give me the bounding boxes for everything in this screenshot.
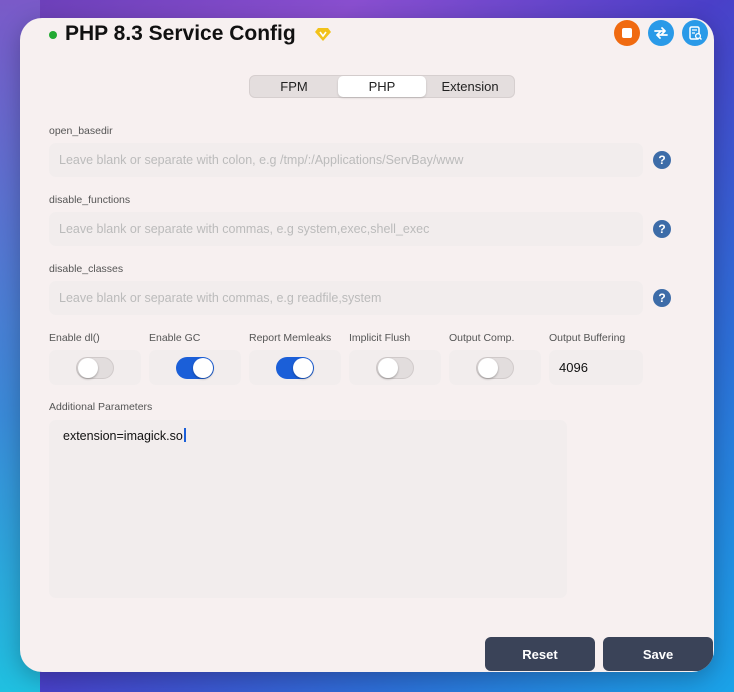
sync-icon — [654, 27, 668, 39]
output-comp-label: Output Comp. — [449, 332, 515, 344]
enable-gc-toggle[interactable] — [176, 356, 214, 379]
report-memleaks-box — [249, 350, 341, 385]
status-dot-icon — [49, 31, 57, 39]
disable-functions-help-icon[interactable]: ? — [653, 220, 671, 238]
disable-classes-input[interactable]: Leave blank or separate with commas, e.g… — [49, 281, 643, 315]
disable-functions-label: disable_functions — [49, 194, 131, 206]
output-buffering-value: 4096 — [559, 360, 588, 375]
output-buffering-input[interactable]: 4096 — [549, 350, 643, 385]
toggle-knob — [478, 357, 498, 378]
log-file-icon — [689, 26, 702, 40]
toggle-knob — [378, 357, 398, 378]
report-memleaks-label: Report Memleaks — [249, 332, 332, 344]
disable-functions-placeholder: Leave blank or separate with commas, e.g… — [59, 222, 430, 236]
diamond-badge-icon — [315, 28, 331, 41]
reset-button[interactable]: Reset — [485, 637, 595, 671]
implicit-flush-box — [349, 350, 441, 385]
toggle-knob — [293, 357, 313, 378]
open-basedir-label: open_basedir — [49, 125, 113, 137]
toggle-knob — [193, 357, 213, 378]
additional-parameters-textarea[interactable]: extension=imagick.so — [49, 420, 567, 598]
enable-dl-box — [49, 350, 141, 385]
page-title: PHP 8.3 Service Config — [65, 22, 296, 45]
disable-classes-label: disable_classes — [49, 263, 124, 275]
enable-gc-label: Enable GC — [149, 332, 201, 344]
disable-classes-placeholder: Leave blank or separate with commas, e.g… — [59, 291, 382, 305]
open-basedir-placeholder: Leave blank or separate with colon, e.g … — [59, 153, 464, 167]
config-window: PHP 8.3 Service Config FPM PHP Extension… — [20, 18, 714, 672]
additional-parameters-label: Additional Parameters — [49, 401, 153, 413]
disable-classes-help-icon[interactable]: ? — [653, 289, 671, 307]
tab-php[interactable]: PHP — [338, 76, 426, 97]
toggle-knob — [78, 357, 98, 378]
view-log-button[interactable] — [682, 20, 708, 46]
output-comp-box — [449, 350, 541, 385]
save-button[interactable]: Save — [603, 637, 713, 671]
tab-extension[interactable]: Extension — [426, 76, 514, 97]
sync-button[interactable] — [648, 20, 674, 46]
output-buffering-label: Output Buffering — [549, 332, 626, 344]
text-caret — [183, 428, 186, 442]
tab-fpm[interactable]: FPM — [250, 76, 338, 97]
enable-gc-box — [149, 350, 241, 385]
stop-service-button[interactable] — [614, 20, 640, 46]
additional-parameters-value: extension=imagick.so — [63, 429, 183, 443]
report-memleaks-toggle[interactable] — [276, 356, 314, 379]
enable-dl-label: Enable dl() — [49, 332, 100, 344]
open-basedir-help-icon[interactable]: ? — [653, 151, 671, 169]
title-bar: PHP 8.3 Service Config — [20, 18, 714, 58]
enable-dl-toggle[interactable] — [76, 356, 114, 379]
implicit-flush-toggle[interactable] — [376, 356, 414, 379]
output-comp-toggle[interactable] — [476, 356, 514, 379]
stop-icon — [622, 28, 632, 38]
disable-functions-input[interactable]: Leave blank or separate with commas, e.g… — [49, 212, 643, 246]
tab-bar: FPM PHP Extension — [249, 75, 515, 98]
open-basedir-input[interactable]: Leave blank or separate with colon, e.g … — [49, 143, 643, 177]
implicit-flush-label: Implicit Flush — [349, 332, 411, 344]
